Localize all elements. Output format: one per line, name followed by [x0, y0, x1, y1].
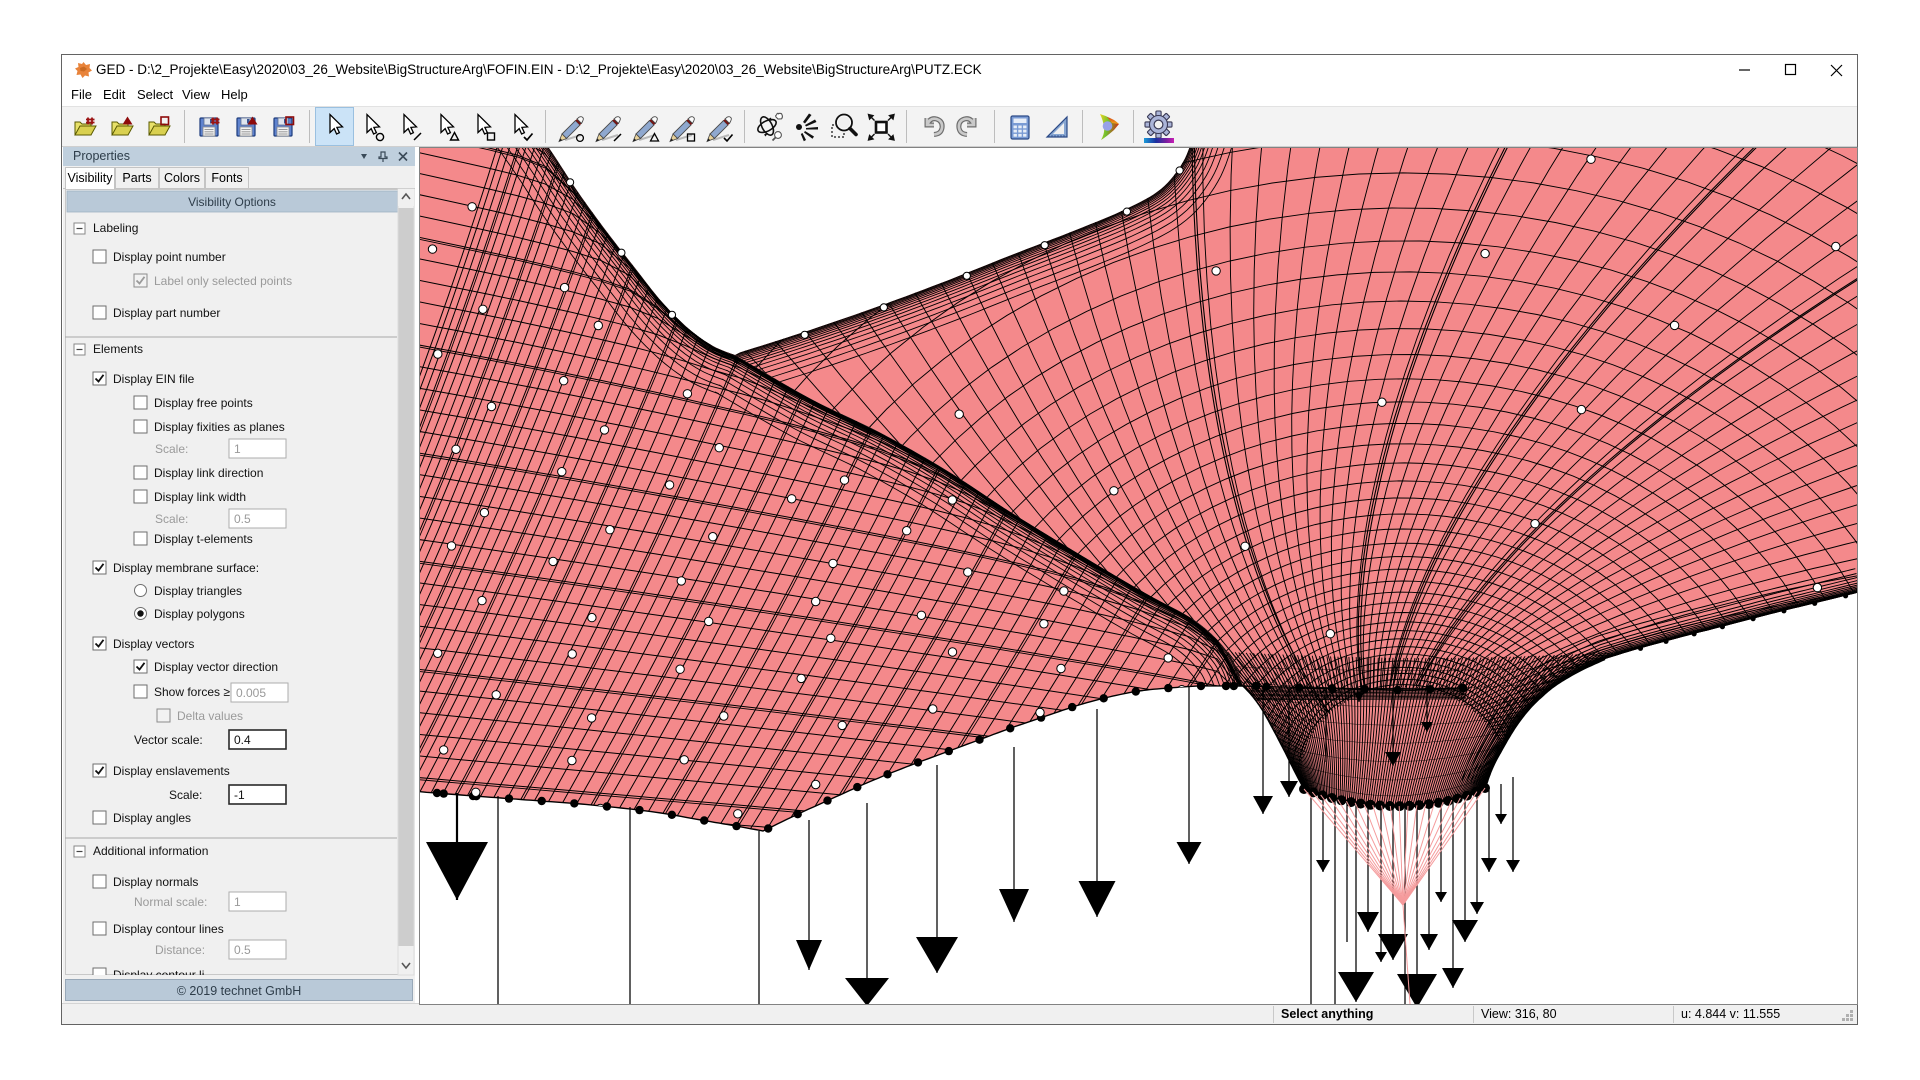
svg-text:0.5: 0.5 — [234, 512, 251, 526]
svg-text:0.5: 0.5 — [234, 943, 251, 957]
svg-text:Additional information: Additional information — [93, 844, 208, 858]
svg-text:1: 1 — [234, 442, 241, 456]
svg-text:Display angles: Display angles — [113, 811, 191, 825]
svg-text:Display triangles: Display triangles — [154, 584, 242, 598]
svg-text:Display membrane surface:: Display membrane surface: — [113, 561, 259, 575]
svg-text:Display contour li: Display contour li — [113, 968, 204, 982]
svg-text:Display EIN file: Display EIN file — [113, 372, 195, 386]
svg-text:Elements: Elements — [93, 342, 143, 356]
svg-text:1: 1 — [234, 895, 241, 909]
svg-text:Show forces ≥: Show forces ≥ — [154, 685, 230, 699]
svg-text:Labeling: Labeling — [93, 221, 138, 235]
svg-text:Vector scale:: Vector scale: — [134, 733, 203, 747]
svg-text:Display part number: Display part number — [113, 306, 220, 320]
svg-text:Delta values: Delta values — [177, 709, 243, 723]
svg-text:Display free points: Display free points — [154, 396, 253, 410]
svg-text:Display t-elements: Display t-elements — [154, 532, 253, 546]
svg-text:Visibility Options: Visibility Options — [188, 195, 276, 209]
svg-text:Display enslavements: Display enslavements — [113, 764, 230, 778]
svg-text:Display polygons: Display polygons — [154, 607, 245, 621]
svg-text:Display point number: Display point number — [113, 250, 226, 264]
svg-text:0.005: 0.005 — [236, 686, 266, 700]
svg-text:Label only selected points: Label only selected points — [154, 274, 292, 288]
svg-text:Scale:: Scale: — [155, 442, 188, 456]
svg-text:Normal scale:: Normal scale: — [134, 895, 207, 909]
svg-text:Scale:: Scale: — [155, 512, 188, 526]
svg-text:-1: -1 — [234, 788, 245, 802]
svg-text:Display link width: Display link width — [154, 490, 246, 504]
svg-text:Display link direction: Display link direction — [154, 466, 263, 480]
svg-text:Distance:: Distance: — [155, 943, 205, 957]
svg-text:Display contour lines: Display contour lines — [113, 922, 224, 936]
svg-text:Display vector direction: Display vector direction — [154, 660, 278, 674]
svg-text:Display normals: Display normals — [113, 875, 198, 889]
svg-text:Display vectors: Display vectors — [113, 637, 194, 651]
svg-text:Scale:: Scale: — [169, 788, 202, 802]
svg-text:0.4: 0.4 — [234, 733, 251, 747]
svg-text:Display fixities as planes: Display fixities as planes — [154, 420, 285, 434]
